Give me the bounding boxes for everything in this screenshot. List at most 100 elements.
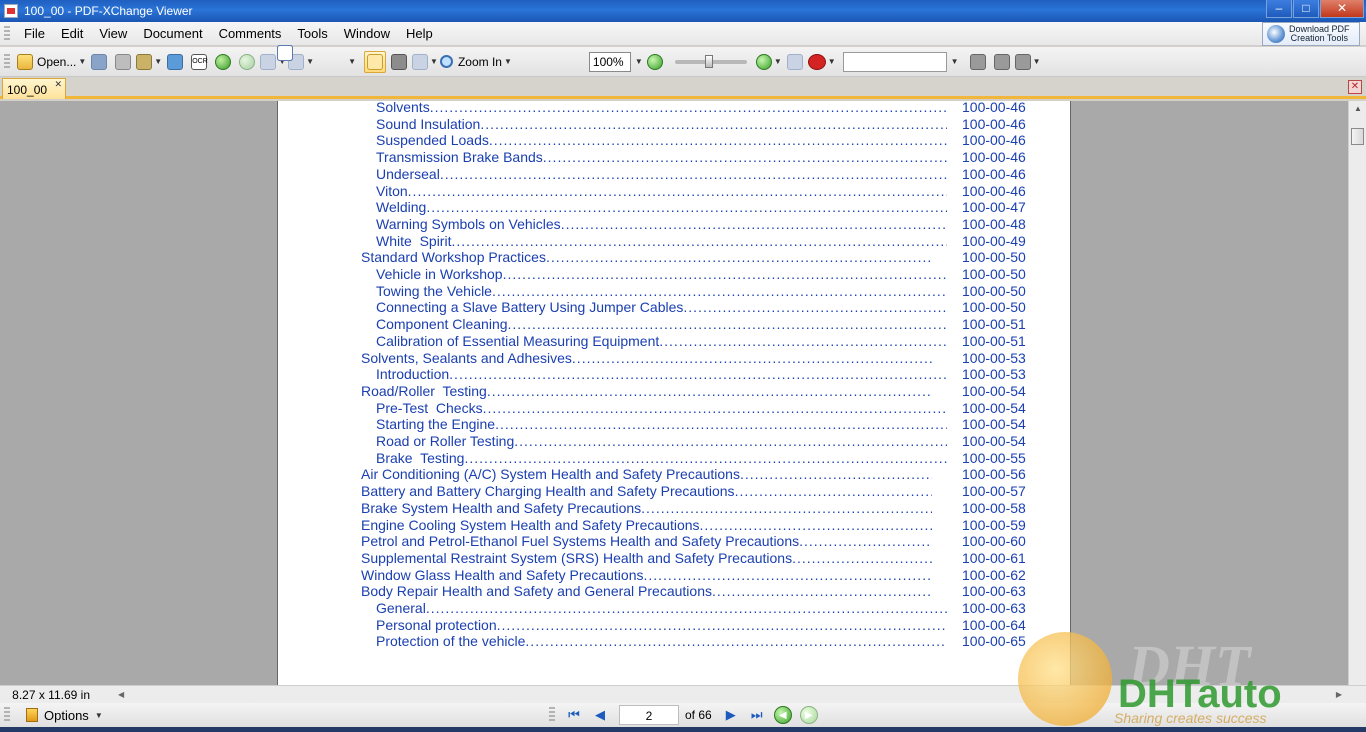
tab-close-icon[interactable]: ✕ [54,79,62,90]
previous-view-button[interactable]: ◀ [773,706,792,724]
toc-entry[interactable]: General.................................… [376,600,1026,617]
toc-entry[interactable]: Sound Insulation........................… [376,116,1026,133]
toc-entry[interactable]: Viton...................................… [376,183,1026,200]
navbar-grip-handle[interactable] [4,707,10,723]
toc-entry[interactable]: Brake Testing...........................… [376,450,1026,467]
close-document-button[interactable]: ✕ [1348,80,1362,94]
scroll-left-arrow-icon[interactable]: ◀ [118,690,124,699]
print-button[interactable] [112,51,134,73]
chevron-down-icon[interactable]: ▼ [95,711,103,720]
menu-help[interactable]: Help [398,26,441,41]
toc-entry[interactable]: Component Cleaning......................… [376,316,1026,333]
rotate-left-button[interactable] [277,45,338,73]
vertical-scrollbar[interactable]: ▲ [1348,101,1366,685]
search-input[interactable] [842,51,947,72]
next-page-button[interactable]: ▶ [722,706,740,724]
toc-entry[interactable]: Pre-Test Checks.........................… [376,400,1026,417]
ocr-button[interactable]: OCR [188,51,210,73]
select-tool-button[interactable]: ▼ [412,51,438,73]
fit-page-button[interactable] [277,45,560,73]
toc-entry[interactable]: Road/Roller Testing.....................… [361,383,1026,400]
nav-grip-handle[interactable] [549,707,555,723]
chevron-down-icon[interactable]: ▼ [1033,57,1041,66]
chevron-down-icon[interactable]: ▼ [635,57,643,66]
toc-entry[interactable]: Towing the Vehicle......................… [376,283,1026,300]
minimize-button[interactable]: – [1266,0,1292,18]
zoom-in-button[interactable]: Zoom In ▼ [439,51,512,73]
toc-entry[interactable]: Suspended Loads.........................… [376,132,1026,149]
toc-entry[interactable]: Introduction............................… [376,366,1026,383]
menu-tools[interactable]: Tools [289,26,335,41]
menu-file[interactable]: File [16,26,53,41]
toc-entry[interactable]: Connecting a Slave Battery Using Jumper … [376,299,1026,316]
document-viewer[interactable]: Solvents................................… [0,101,1348,685]
toc-entry[interactable]: Vehicle in Workshop.....................… [376,266,1026,283]
menu-view[interactable]: View [91,26,135,41]
menu-comments[interactable]: Comments [211,26,290,41]
toc-entry[interactable]: Calibration of Essential Measuring Equip… [376,333,1026,350]
previous-page-button[interactable]: ◀ [591,706,609,724]
actual-size-button[interactable] [277,45,536,73]
toc-entry[interactable]: Battery and Battery Charging Health and … [361,483,1026,500]
first-page-button[interactable]: ⏮ [565,706,583,724]
toc-entry[interactable]: Brake System Health and Safety Precautio… [361,500,1026,517]
options-button[interactable]: Options ▼ [20,708,103,723]
close-button[interactable]: ✕ [1320,0,1364,18]
chevron-down-icon[interactable]: ▼ [78,57,86,66]
tools-button[interactable]: ▼ [1014,51,1041,73]
toc-entry[interactable]: Welding.................................… [376,199,1026,216]
chevron-down-icon[interactable]: ▼ [774,57,782,66]
zoom-level-input[interactable] [588,51,631,72]
toc-entry[interactable]: Solvents................................… [376,101,1026,116]
toc-entry[interactable]: Body Repair Health and Safety and Genera… [361,583,1026,600]
scroll-up-arrow-icon[interactable]: ▲ [1349,101,1366,117]
next-view-button[interactable]: ▶ [799,706,818,724]
find-button[interactable] [967,51,989,73]
back-button[interactable] [212,51,234,73]
toolbar-grip-handle[interactable] [4,53,10,70]
download-pdf-tools-button[interactable]: Download PDF Creation Tools [1262,22,1360,46]
toc-entry[interactable]: Supplemental Restraint System (SRS) Heal… [361,550,1026,567]
tab-100_00[interactable]: 100_00 ✕ [2,78,66,99]
scrollbar-thumb[interactable] [1351,128,1364,145]
toc-entry[interactable]: Underseal...............................… [376,166,1026,183]
chevron-down-icon[interactable]: ▼ [828,57,836,66]
toc-entry[interactable]: Transmission Brake Bands................… [376,149,1026,166]
save-button[interactable] [88,51,110,73]
menu-window[interactable]: Window [336,26,398,41]
toc-entry[interactable]: Protection of the vehicle...............… [376,633,1026,650]
open-button[interactable]: Open... ▼ [17,51,86,73]
maximize-button[interactable]: □ [1293,0,1319,18]
toc-entry[interactable]: Window Glass Health and Safety Precautio… [361,567,1026,584]
acrobat-button[interactable]: ▼ [807,51,836,73]
chevron-down-icon[interactable]: ▼ [504,57,512,66]
toc-entry[interactable]: Personal protection.....................… [376,617,1026,634]
last-page-button[interactable]: ⏭ [748,706,766,724]
scroll-right-arrow-icon[interactable]: ▶ [1336,690,1342,699]
toc-entry[interactable]: Engine Cooling System Health and Safety … [361,517,1026,534]
toc-entry[interactable]: Standard Workshop Practices.............… [361,249,1026,266]
toc-entry[interactable]: Road or Roller Testing..................… [376,433,1026,450]
fit-width-button[interactable] [277,45,584,73]
chevron-down-icon[interactable]: ▼ [306,57,314,66]
rotate-right-button[interactable]: ▼ [277,45,362,73]
toc-entry[interactable]: Petrol and Petrol-Ethanol Fuel Systems H… [361,533,1026,550]
view-mode-button[interactable] [784,51,806,73]
snapshot-button[interactable] [388,51,410,73]
toc-entry[interactable]: Solvents, Sealants and Adhesives........… [361,350,1026,367]
zoom-out-button[interactable] [644,51,666,73]
page-number-input[interactable] [619,705,679,725]
chevron-down-icon[interactable]: ▼ [951,57,959,66]
chevron-down-icon[interactable]: ▼ [154,57,162,66]
toc-entry[interactable]: Warning Symbols on Vehicles.............… [376,216,1026,233]
scan-button[interactable] [164,51,186,73]
hand-tool-button[interactable] [364,50,387,73]
chevron-down-icon[interactable]: ▼ [348,57,356,66]
zoom-slider-thumb[interactable] [704,54,713,68]
forward-button[interactable] [236,51,258,73]
find-next-button[interactable] [991,51,1013,73]
zoom-in-plus-button[interactable]: ▼ [755,51,782,73]
menu-document[interactable]: Document [135,26,210,41]
toc-entry[interactable]: Starting the Engine.....................… [376,416,1026,433]
stamp-button[interactable]: ▼ [136,51,162,73]
